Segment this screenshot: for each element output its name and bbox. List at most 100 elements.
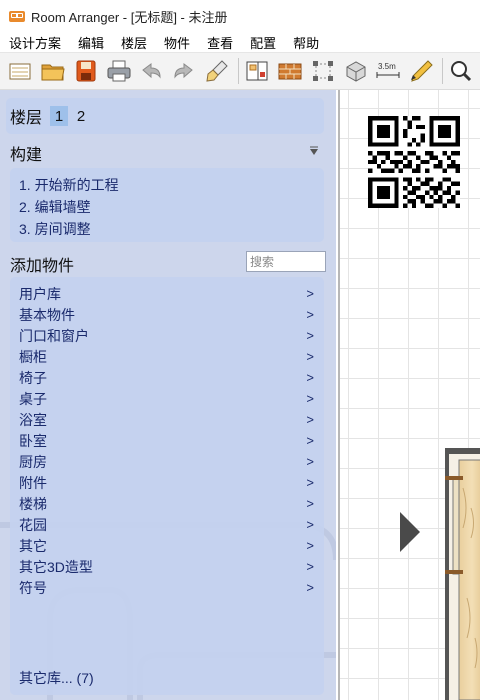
chevron-right-icon: > [306,328,314,343]
resize-icon [312,61,333,81]
library-item-label: 浴室 [19,411,47,428]
zoom-button[interactable] [447,57,475,85]
step-start-new-project[interactable]: 1. 开始新的工程 [19,174,324,196]
print-icon [107,60,130,82]
menu-view[interactable]: 查看 [198,33,241,52]
redo-button[interactable] [170,57,198,85]
paint-button[interactable] [203,57,231,85]
library-item-garden[interactable]: 花园 > [10,514,324,535]
build-steps-panel: 1. 开始新的工程 2. 编辑墙壁 3. 房间调整 [10,168,324,242]
library-item-label: 其它3D造型 [19,558,93,575]
undo-button[interactable] [137,57,165,85]
chevron-right-icon: > [306,517,314,532]
menu-edit[interactable]: 编辑 [69,33,112,52]
chevron-right-icon: > [306,391,314,406]
library-item-symbols[interactable]: 符号 > [10,577,324,598]
step-edit-walls[interactable]: 2. 编辑墙壁 [19,196,324,218]
object-library-panel: 用户库 > 基本物件 > 门口和窗户 > 橱柜 > 椅子 > 桌子 > 浴室 > 卧室 > 厨房… [10,277,324,695]
chevron-right-icon: > [306,538,314,553]
room-floor-plan[interactable] [445,448,480,700]
floor-plan-icon [246,61,268,81]
library-item-tables[interactable]: 桌子 > [10,388,324,409]
brush-icon [206,60,228,82]
save-button[interactable] [72,57,100,85]
library-item-other-3d[interactable]: 其它3D造型 > [10,556,324,577]
library-item-kitchen[interactable]: 厨房 > [10,451,324,472]
chevron-right-icon: > [306,496,314,511]
library-item-cabinets[interactable]: 橱柜 > [10,346,324,367]
library-item-label: 椅子 [19,369,47,386]
new-button[interactable] [6,57,34,85]
build-header: 构建 [10,147,43,164]
zoom-icon [451,61,472,82]
floor-plan-button[interactable] [243,57,271,85]
wall-button[interactable] [276,57,304,85]
menu-floors[interactable]: 楼层 [112,33,155,52]
chevron-right-icon: > [306,559,314,574]
resize-button[interactable] [309,57,337,85]
object-3d-button[interactable] [342,57,370,85]
chevron-right-icon: > [306,370,314,385]
redo-icon [174,63,194,79]
library-item-label: 楼梯 [19,495,47,512]
toolbar-separator [442,58,444,84]
print-button[interactable] [105,57,133,85]
add-objects-header: 添加物件 [10,258,75,275]
library-item-bedroom[interactable]: 卧室 > [10,430,324,451]
chevron-right-icon: > [306,433,314,448]
open-folder-icon [41,64,65,81]
menu-bar: 设计方案 编辑 楼层 物件 查看 配置 帮助 [0,32,480,52]
new-icon [9,63,31,80]
save-icon [76,60,96,82]
floor-tab-1[interactable]: 1 [50,106,69,126]
library-item-label: 桌子 [19,390,47,407]
library-item-other[interactable]: 其它 > [10,535,324,556]
library-item-label: 附件 [19,474,47,491]
title-bar: Room Arranger - [无标题] - 未注册 [0,0,480,32]
menu-help[interactable]: 帮助 [284,33,327,52]
object-3d-icon [346,61,366,82]
measure-button[interactable]: 3.5m [374,57,402,85]
open-button[interactable] [39,57,67,85]
chevron-right-icon: > [306,580,314,595]
library-item-label: 卧室 [19,432,47,449]
more-libraries-link[interactable]: 其它库... (7) [19,668,94,688]
library-item-stairs[interactable]: 楼梯 > [10,493,324,514]
library-item-label: 基本物件 [19,306,75,323]
library-item-accessories[interactable]: 附件 > [10,472,324,493]
chevron-right-icon: > [306,307,314,322]
library-item-doors-windows[interactable]: 门口和窗户 > [10,325,324,346]
menu-design[interactable]: 设计方案 [0,33,69,52]
library-item-label: 厨房 [19,453,47,470]
app-logo-icon [9,11,25,22]
library-item-chairs[interactable]: 椅子 > [10,367,324,388]
library-item-label: 橱柜 [19,348,47,365]
floor-tab-2[interactable]: 2 [72,106,90,126]
measure-icon: 3.5m [376,62,400,78]
search-input[interactable] [246,251,326,272]
pencil-ruler-icon [411,60,433,82]
library-item-label: 花园 [19,516,47,533]
floors-panel: 楼层 1 2 [6,98,324,134]
library-item-label: 符号 [19,579,47,596]
library-item-basic[interactable]: 基本物件 > [10,304,324,325]
library-item-bathroom[interactable]: 浴室 > [10,409,324,430]
wall-icon [278,63,302,80]
chevron-right-icon: > [306,475,314,490]
library-item-user[interactable]: 用户库 > [10,283,324,304]
menu-objects[interactable]: 物件 [155,33,198,52]
step-room-adjust[interactable]: 3. 房间调整 [19,218,324,240]
chevron-right-icon: > [306,412,314,427]
library-item-label: 其它 [19,537,47,554]
qr-code-icon [368,116,460,208]
svg-text:3.5m: 3.5m [378,62,396,71]
expand-panel-arrow-icon[interactable] [398,510,422,554]
draw-button[interactable] [407,57,435,85]
collapse-icon[interactable] [308,144,320,156]
toolbar: 3.5m [0,52,480,90]
chevron-right-icon: > [306,286,314,301]
menu-settings[interactable]: 配置 [241,33,284,52]
design-canvas[interactable] [338,90,480,700]
library-item-label: 门口和窗户 [19,327,89,344]
library-item-label: 用户库 [19,285,61,302]
